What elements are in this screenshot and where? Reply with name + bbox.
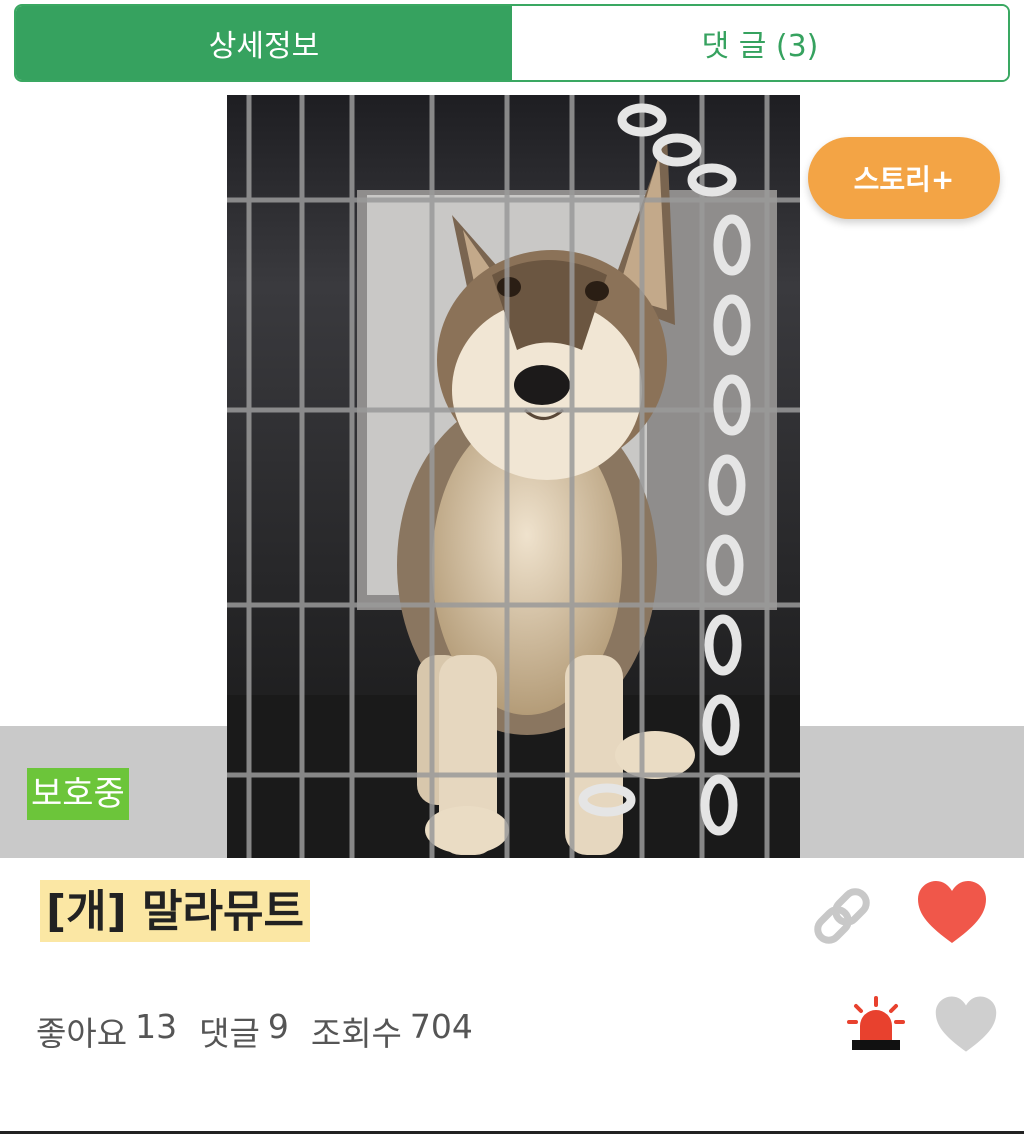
- dog-in-cage-image: [227, 95, 800, 858]
- status-badge: 보호중: [27, 768, 129, 820]
- views-stat: 조회수 704: [311, 1007, 473, 1055]
- likes-count: 13: [135, 1007, 178, 1046]
- heart-outline-icon[interactable]: [934, 994, 998, 1056]
- animal-title: [개] 말라뮤트: [40, 880, 310, 942]
- link-icon[interactable]: [806, 880, 878, 952]
- views-count: 704: [409, 1007, 473, 1046]
- tab-details[interactable]: 상세정보: [16, 6, 512, 80]
- stats-row: 좋아요 13 댓글 9 조회수 704: [36, 1007, 473, 1055]
- comments-label: 댓글: [199, 1014, 260, 1053]
- tab-bar: 상세정보 댓 글 (3): [14, 4, 1010, 82]
- comments-stat: 댓글 9: [199, 1007, 289, 1055]
- story-button[interactable]: 스토리+: [808, 137, 1000, 219]
- siren-icon[interactable]: [846, 996, 906, 1054]
- tab-comments[interactable]: 댓 글 (3): [512, 6, 1008, 80]
- views-label: 조회수: [310, 1014, 402, 1053]
- heart-icon[interactable]: [916, 879, 988, 947]
- animal-photo: [227, 95, 800, 858]
- comments-count: 9: [267, 1007, 289, 1046]
- likes-label: 좋아요: [36, 1014, 128, 1053]
- likes-stat: 좋아요 13: [36, 1007, 177, 1055]
